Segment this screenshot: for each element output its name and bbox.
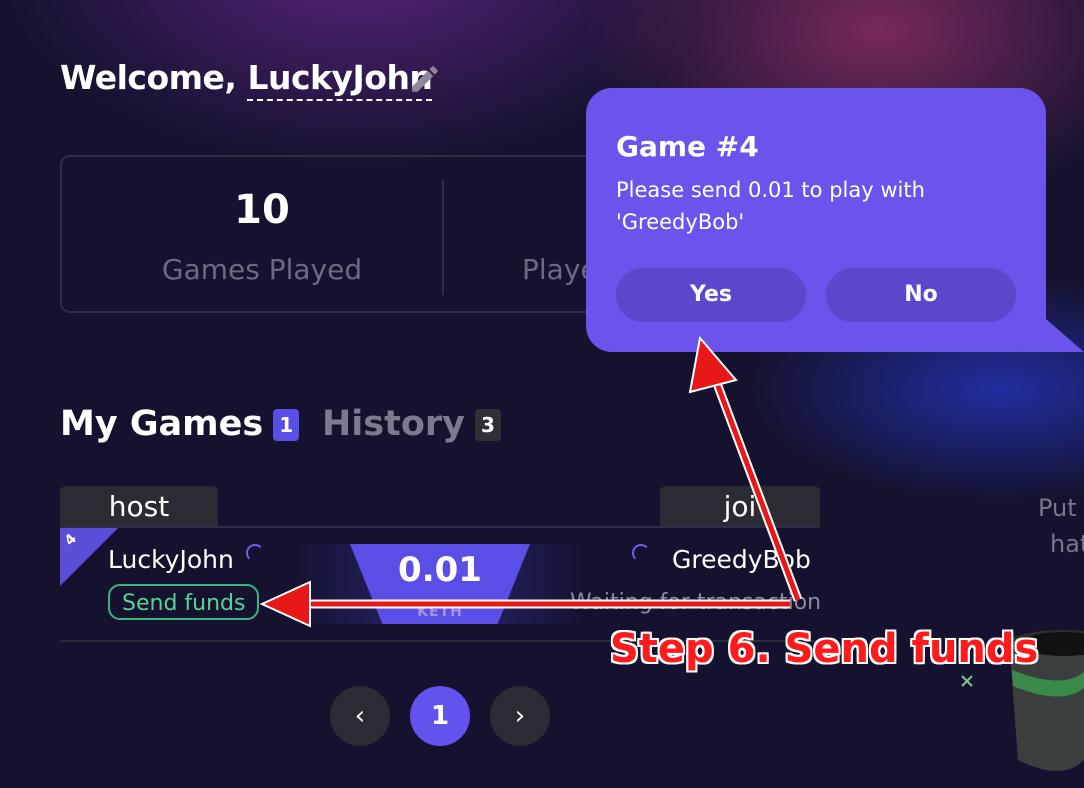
arrow-to-modal [688, 335, 803, 602]
step-annotation-label: Step 6. Send funds [610, 626, 1039, 672]
arrow-to-send-funds [259, 580, 790, 628]
